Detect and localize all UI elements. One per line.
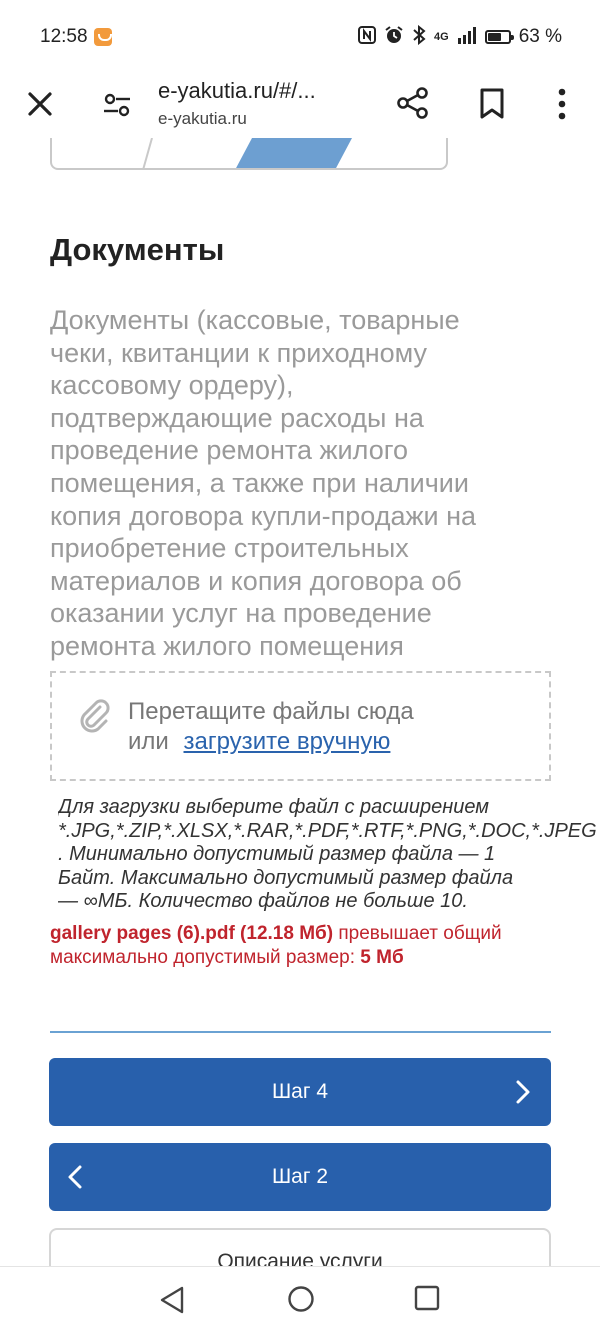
- upload-error-message: gallery pages (6).pdf (12.18 Мб) превыша…: [50, 922, 570, 970]
- prev-step-button[interactable]: Шаг 2: [49, 1143, 551, 1211]
- dropzone-line1: Перетащите файлы сюда: [128, 698, 414, 725]
- url-main: e-yakutia.ru/#/...: [158, 78, 316, 103]
- description-line: копия договора купли-продажи на: [50, 500, 477, 531]
- close-icon: [28, 92, 52, 116]
- bookmark-button[interactable]: [478, 88, 506, 120]
- battery-icon: [484, 30, 514, 44]
- status-left: 12:58: [40, 26, 112, 48]
- more-menu-button[interactable]: [550, 86, 574, 122]
- description-line: приобретение строительных: [50, 533, 409, 564]
- battery-fill: [487, 33, 501, 41]
- signal-icon: [457, 26, 477, 49]
- nfc-icon: [358, 25, 376, 49]
- error-file-name: gallery pages (6).pdf (12.18 Мб): [50, 923, 334, 944]
- notification-icon: [93, 28, 112, 46]
- section-title: Документы: [50, 232, 225, 267]
- dropzone-or: или: [128, 728, 169, 755]
- stepper-graphic: [142, 138, 352, 168]
- error-text-1: превышает общий: [333, 923, 502, 944]
- error-text-2: максимально допустимый размер:: [50, 947, 361, 968]
- error-limit: 5 Мб: [360, 947, 404, 968]
- hint-line: — ∞МБ. Количество файлов не больше 10.: [58, 890, 468, 912]
- description-line: кассовому ордеру),: [50, 370, 294, 401]
- network-type: 4G: [434, 31, 449, 43]
- status-time: 12:58: [40, 26, 88, 47]
- tune-icon: [104, 93, 130, 117]
- share-icon: [397, 87, 428, 119]
- url-domain: e-yakutia.ru: [158, 109, 247, 128]
- progress-stepper: [50, 138, 448, 170]
- dropzone-text: Перетащите файлы сюда или загрузите вруч…: [128, 697, 414, 757]
- alarm-icon: [384, 25, 404, 50]
- prev-step-label: Шаг 2: [271, 1165, 329, 1188]
- nav-back-button[interactable]: [158, 1285, 186, 1315]
- description-line: оказании услуг на проведение: [50, 598, 432, 629]
- next-step-button[interactable]: Шаг 4: [49, 1058, 551, 1126]
- back-triangle-icon: [160, 1286, 184, 1314]
- hint-line: *.JPG,*.ZIP,*.XLSX,*.RAR,*.PDF,*.RTF,*.P…: [58, 819, 597, 842]
- description-line: подтверждающие расходы на: [50, 402, 424, 433]
- address-bar[interactable]: e-yakutia.ru/#/... e-yakutia.ru: [158, 76, 316, 132]
- battery-percent: 63 %: [518, 26, 562, 47]
- chevron-right-icon: [516, 1080, 530, 1104]
- bookmark-icon: [480, 88, 504, 119]
- file-dropzone[interactable]: Перетащите файлы сюда или загрузите вруч…: [50, 671, 551, 781]
- home-circle-icon: [288, 1286, 314, 1312]
- site-settings-button[interactable]: [102, 90, 132, 120]
- hint-line: Байт. Максимально допустимый размер файл…: [58, 866, 514, 889]
- section-description: Документы (кассовые, товарные чеки, квит…: [50, 304, 550, 663]
- share-button[interactable]: [396, 86, 430, 120]
- recents-square-icon: [414, 1285, 440, 1311]
- system-nav-bar: [0, 1266, 600, 1332]
- chevron-left-icon: [68, 1165, 82, 1189]
- upload-manually-link[interactable]: загрузите вручную: [184, 728, 391, 755]
- hint-line: Для загрузки выберите файл с расширением: [58, 796, 489, 818]
- description-line: помещения, а также при наличии: [50, 467, 469, 498]
- upload-hint: Для загрузки выберите файл с расширением…: [58, 796, 600, 914]
- description-line: Документы (кассовые, товарные: [50, 305, 460, 335]
- status-right: 4G 63 %: [358, 24, 562, 50]
- status-bar: 12:58 4G 63 %: [0, 0, 600, 74]
- next-step-label: Шаг 4: [271, 1080, 329, 1103]
- description-line: проведение ремонта жилого: [50, 435, 408, 466]
- description-line: материалов и копия договора об: [50, 565, 462, 596]
- hint-line: . Минимально допустимый размер файла — 1: [58, 843, 496, 865]
- nav-home-button[interactable]: [287, 1285, 315, 1313]
- dropzone-line2: или загрузите вручную: [128, 727, 414, 757]
- description-line: чеки, квитанции к приходному: [50, 337, 428, 368]
- nav-recents-button[interactable]: [414, 1285, 440, 1311]
- description-line: ремонта жилого помещения: [50, 630, 404, 661]
- more-vertical-icon: [558, 88, 566, 120]
- section-divider: [50, 1031, 551, 1033]
- paperclip-icon: [78, 699, 112, 733]
- bluetooth-icon: [412, 24, 426, 50]
- close-tab-button[interactable]: [24, 88, 56, 120]
